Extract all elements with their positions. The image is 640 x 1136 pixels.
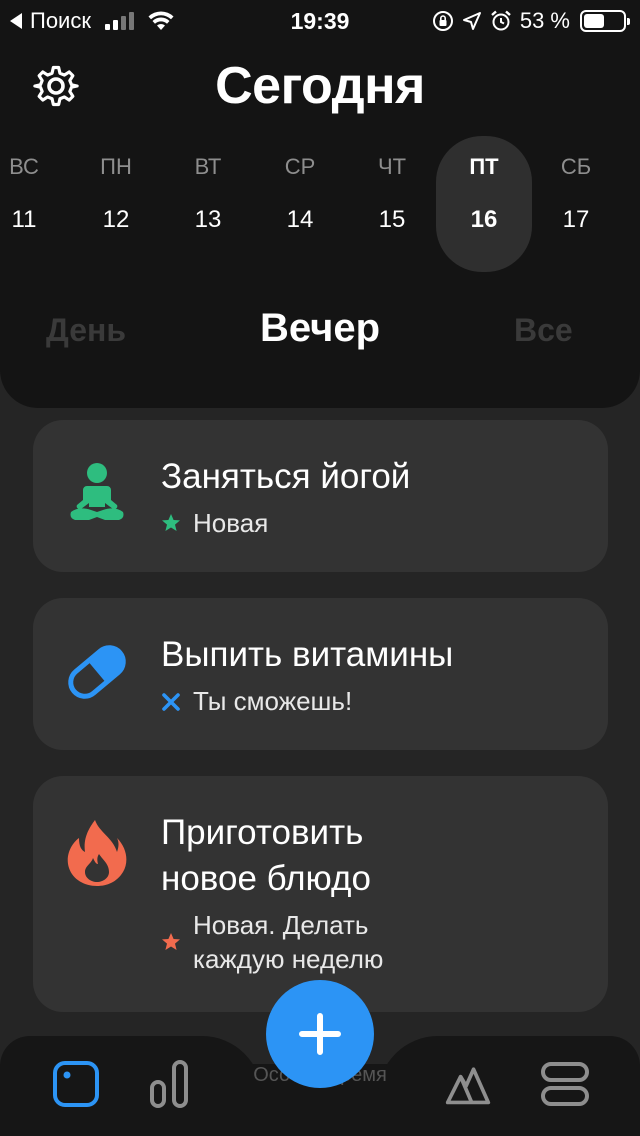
habit-card-yoga[interactable]: Заняться йогой Новая: [33, 420, 608, 572]
battery-icon: [580, 10, 630, 32]
day-name: СБ: [560, 154, 592, 179]
fire-icon: [67, 820, 127, 886]
location-icon: [462, 12, 481, 30]
day-name: ПН: [100, 154, 132, 179]
alarm-icon: [491, 10, 511, 31]
add-habit-button[interactable]: [266, 980, 374, 1088]
day-date: 15: [378, 206, 406, 233]
segment-all[interactable]: Все: [514, 312, 573, 349]
habit-status-line2: каждую неделю: [193, 944, 384, 974]
settings-menu-icon[interactable]: [540, 1060, 590, 1108]
habit-card-cooking[interactable]: Приготовить новое блюдо Новая. Делать ка…: [33, 776, 608, 1012]
day-name: СР: [284, 154, 316, 179]
rotation-lock-icon: [432, 11, 453, 31]
habit-title: Выпить витамины: [161, 635, 454, 674]
day-name: ВТ: [194, 154, 222, 179]
day-date: 11: [11, 206, 37, 233]
battery-percent: 53 %: [519, 8, 570, 33]
challenges-icon[interactable]: [444, 1060, 492, 1108]
status-bar: Поиск 19:39 53 %: [0, 0, 640, 42]
day-date: 16: [470, 206, 498, 233]
today-icon[interactable]: [52, 1060, 100, 1108]
day-date: 14: [286, 206, 314, 233]
day-saturday[interactable]: СБ 17: [530, 136, 622, 272]
habit-title: Заняться йогой: [161, 457, 411, 496]
cross-icon: [162, 693, 180, 711]
plus-icon: [299, 1013, 341, 1055]
habit-title-line1: Приготовить: [161, 813, 364, 852]
yoga-icon: [70, 463, 124, 520]
time-of-day-switcher: День Вечер Все: [0, 306, 640, 362]
star-icon: [162, 514, 180, 531]
habit-status: Новая: [161, 506, 268, 540]
day-monday[interactable]: ПН 12: [70, 136, 162, 272]
day-sunday[interactable]: ВС 11: [0, 136, 70, 272]
habit-title: Приготовить новое блюдо: [161, 810, 371, 902]
stats-icon[interactable]: [146, 1060, 194, 1108]
day-name: ЧТ: [377, 154, 407, 179]
day-date: 12: [102, 206, 130, 233]
star-icon: [162, 933, 180, 950]
habit-status: Ты сможешь!: [161, 684, 352, 718]
day-wednesday[interactable]: СР 14: [254, 136, 346, 272]
day-friday-selected[interactable]: ПТ 16: [436, 136, 532, 272]
page-title: Сегодня: [215, 57, 425, 115]
habit-status-text: Ты сможешь!: [193, 686, 353, 716]
day-date: 13: [194, 206, 222, 233]
day-name: ПТ: [469, 154, 499, 179]
habit-card-vitamins[interactable]: Выпить витамины Ты сможешь!: [33, 598, 608, 750]
habit-title-line2: новое блюдо: [161, 859, 371, 898]
week-strip: ВС 11 ПН 12 ВТ 13 СР 14 ЧТ 15 ПТ 16 СБ 1…: [0, 136, 640, 272]
day-thursday[interactable]: ЧТ 15: [346, 136, 438, 272]
day-name: ВС: [9, 154, 39, 179]
day-tuesday[interactable]: ВТ 13: [162, 136, 254, 272]
habit-status-line1: Новая. Делать: [193, 910, 369, 940]
battery-level: [584, 14, 604, 28]
day-date: 17: [562, 206, 590, 233]
habit-status: Новая. Делать каждую неделю: [161, 908, 383, 976]
habit-status-text: Новая: [193, 508, 269, 538]
pill-icon: [68, 645, 126, 699]
